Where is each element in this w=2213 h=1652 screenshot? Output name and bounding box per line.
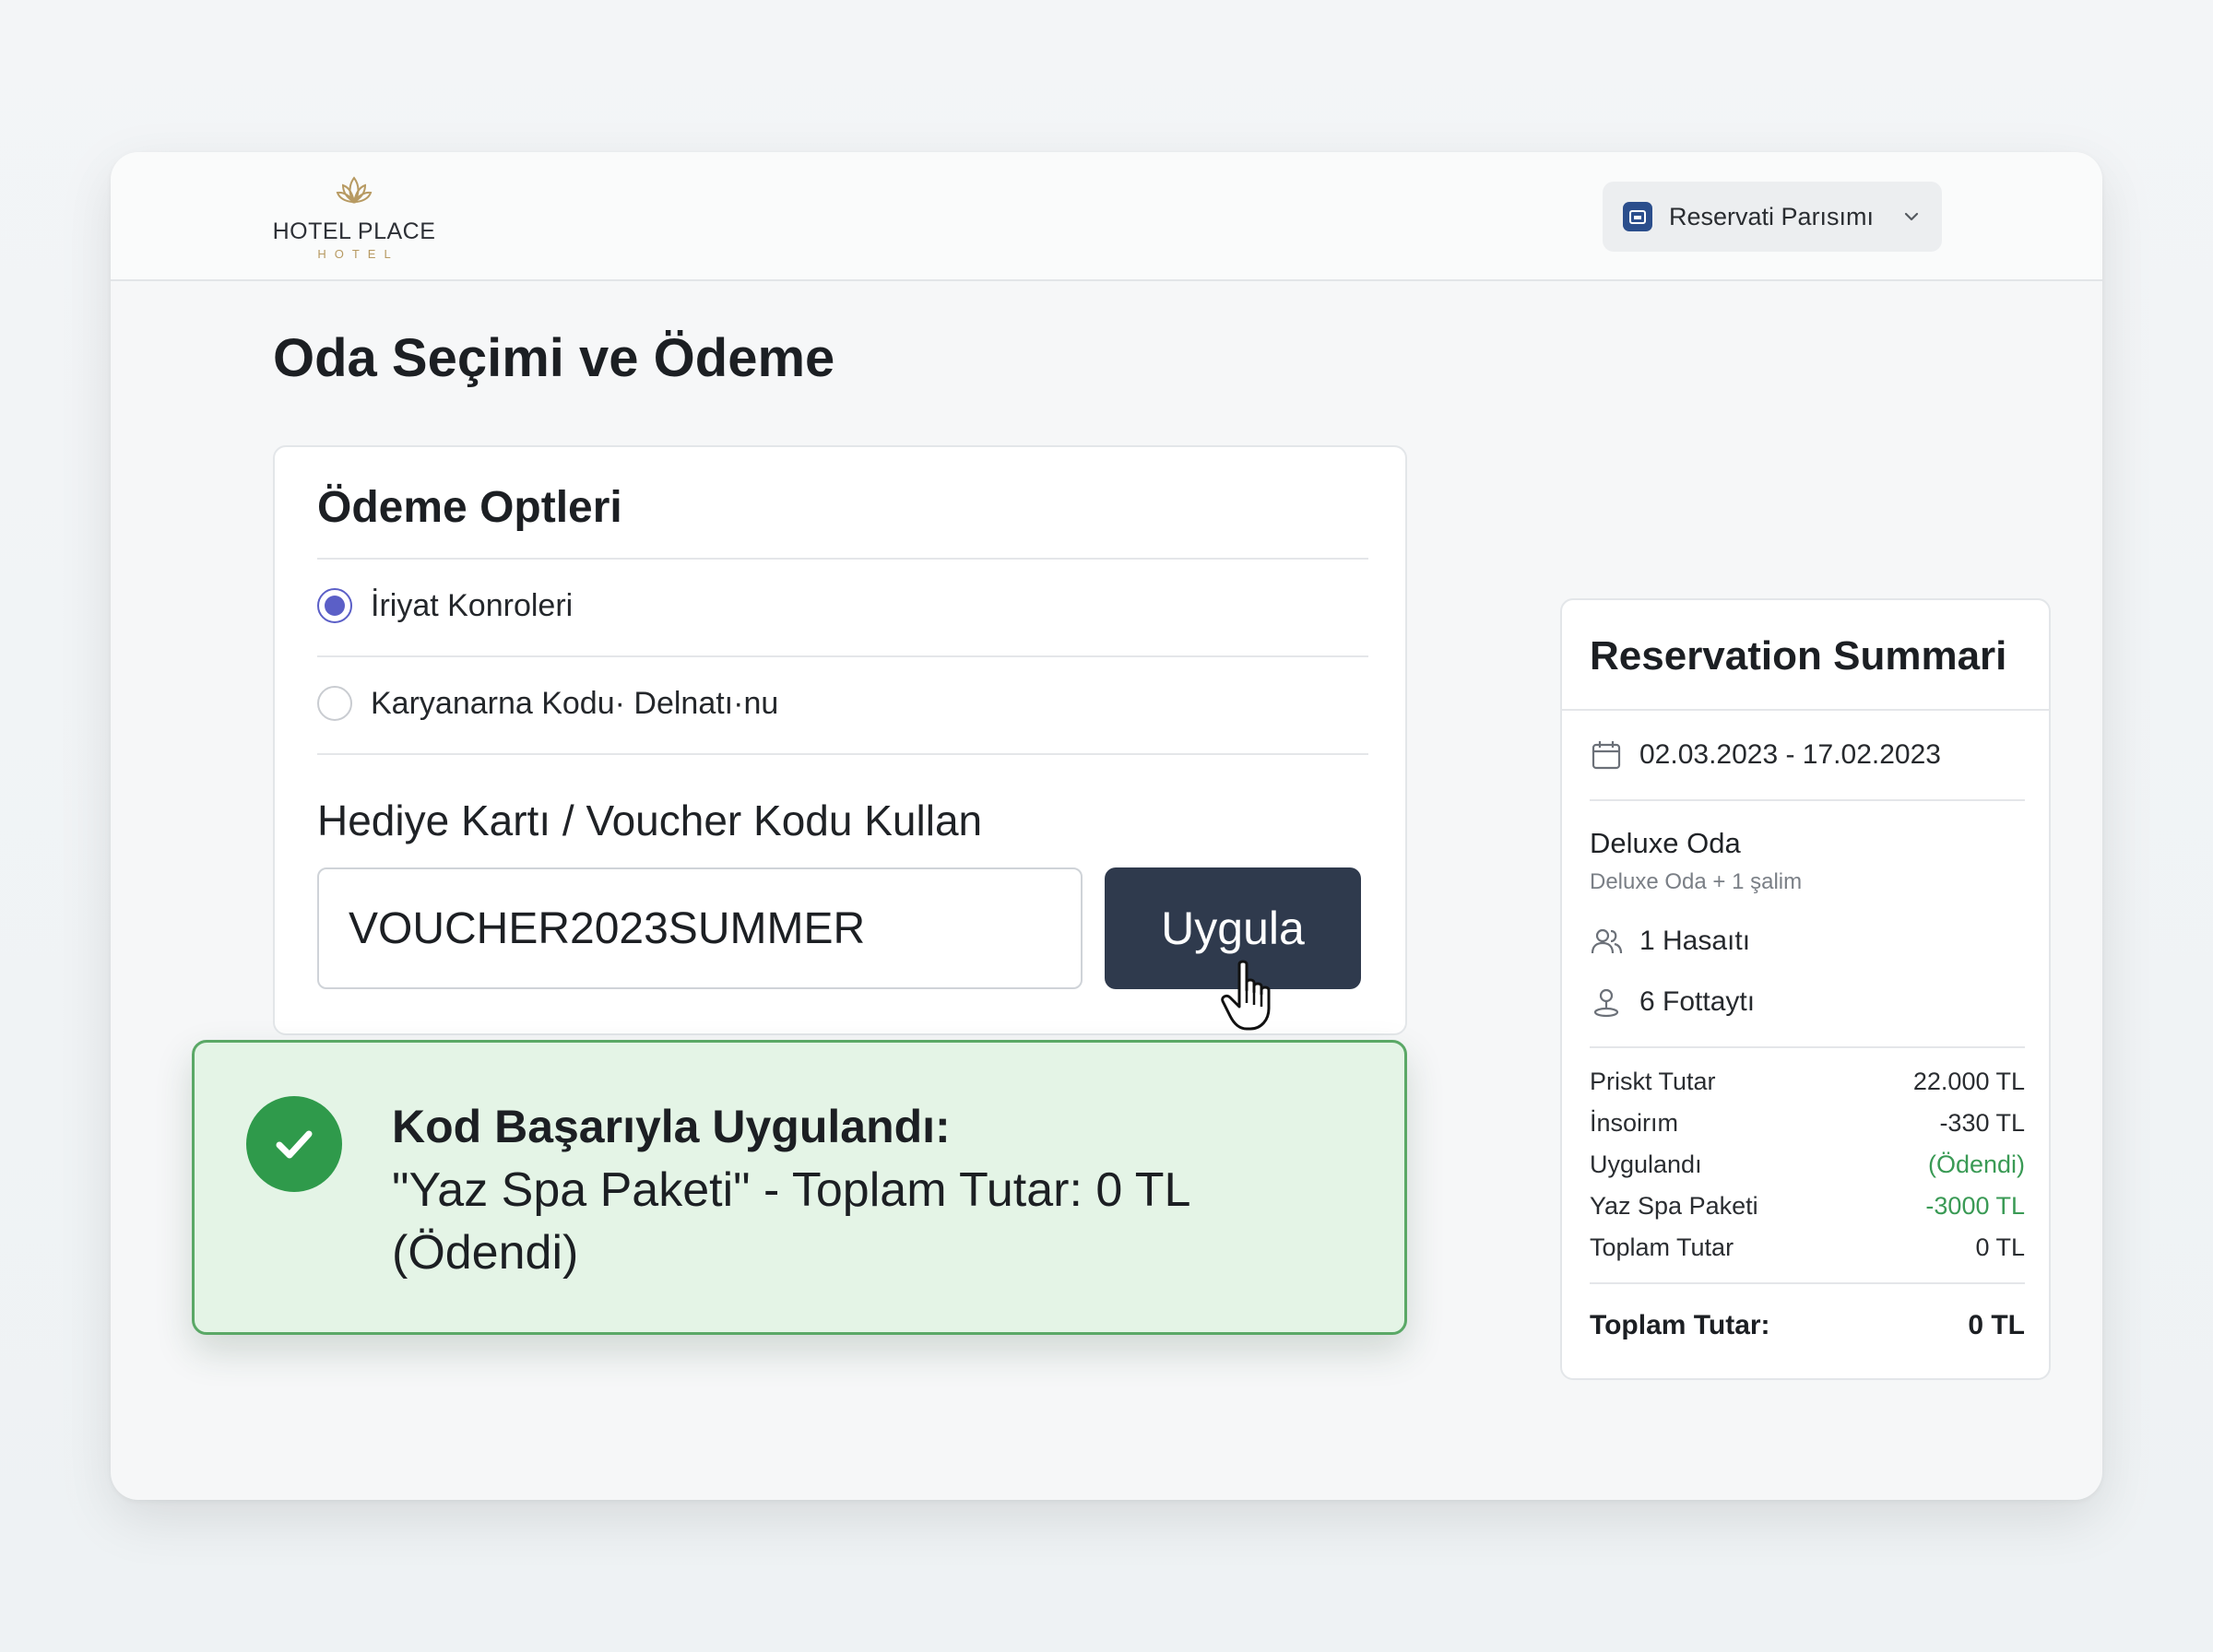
- users-icon: [1591, 928, 1623, 954]
- total-value: 0 TL: [1968, 1310, 2025, 1340]
- price-value: (Ödendi): [1927, 1150, 2025, 1178]
- payment-options-card: Ödeme Optleri İriyat Konroleri Karyanarn…: [273, 445, 1407, 1035]
- extra-count-text: 6 Fottaytı: [1639, 986, 1756, 1017]
- price-value: 0 TL: [1975, 1233, 2025, 1261]
- hotel-logo[interactable]: HOTEL PLACE HOTEL: [271, 171, 437, 263]
- price-label: Priskt Tutar: [1590, 1068, 1716, 1095]
- price-label: Yaz Spa Paketi: [1590, 1192, 1758, 1220]
- divider: [1562, 709, 2049, 711]
- toast-title: Kod Başarıyla Uygulandı:: [392, 1101, 951, 1152]
- payment-option-label: İriyat Konroleri: [371, 587, 574, 623]
- payment-option-1[interactable]: İriyat Konroleri: [317, 578, 573, 633]
- check-icon: [246, 1096, 342, 1192]
- price-value: -3000 TL: [1925, 1192, 2025, 1220]
- divider: [1590, 1282, 2025, 1284]
- room-details: Deluxe Oda + 1 şalim: [1590, 869, 1803, 894]
- divider: [317, 753, 1368, 755]
- voucher-code-input[interactable]: [317, 867, 1083, 989]
- price-row: İnsoirım -330 TL: [1590, 1103, 2025, 1144]
- total-label: Toplam Tutar:: [1590, 1310, 1770, 1340]
- divider: [1590, 799, 2025, 801]
- lotus-logo-icon: [336, 176, 373, 204]
- divider: [317, 655, 1368, 657]
- price-value: -330 TL: [1939, 1109, 2025, 1137]
- payment-option-2[interactable]: Karyanarna Kodu· Delnatı·nu: [317, 676, 778, 731]
- price-label: Toplam Tutar: [1590, 1233, 1734, 1261]
- radio-button-selected[interactable]: [317, 588, 352, 623]
- price-breakdown: Priskt Tutar 22.000 TL İnsoirım -330 TL …: [1590, 1061, 2025, 1268]
- price-row: Yaz Spa Paketi -3000 TL: [1590, 1186, 2025, 1227]
- price-row: Toplam Tutar 0 TL: [1590, 1227, 2025, 1268]
- price-value: 22.000 TL: [1912, 1068, 2025, 1095]
- total-row: Toplam Tutar: 0 TL: [1590, 1310, 2025, 1341]
- top-header: HOTEL PLACE HOTEL Reservati Parısımı: [111, 152, 2102, 281]
- payment-options-title: Ödeme Optleri: [317, 483, 622, 532]
- logo-subtitle: HOTEL: [317, 247, 399, 261]
- payment-option-label: Karyanarna Kodu· Delnatı·nu: [371, 685, 779, 721]
- chevron-down-icon: [1904, 212, 1919, 221]
- divider: [317, 558, 1368, 560]
- logo-name: HOTEL PLACE: [272, 218, 436, 244]
- price-label: Uygulandı: [1590, 1150, 1702, 1178]
- page-title: Oda Seçimi ve Ödeme: [273, 328, 835, 388]
- reservation-icon: [1623, 202, 1652, 231]
- hand-cursor-icon: [1221, 960, 1271, 1031]
- price-row: Uygulandı (Ödendi): [1590, 1144, 2025, 1186]
- voucher-label: Hediye Kartı / Voucher Kodu Kullan: [317, 796, 983, 844]
- calendar-icon: [1592, 741, 1621, 770]
- success-toast: Kod Başarıyla Uygulandı: "Yaz Spa Paketi…: [192, 1040, 1407, 1335]
- guest-count: 1 Hasaıtı: [1590, 925, 1750, 958]
- reservation-menu-label: Reservati Parısımı: [1669, 202, 1875, 230]
- radio-button[interactable]: [317, 686, 352, 721]
- guest-count-text: 1 Hasaıtı: [1639, 926, 1751, 956]
- divider: [1590, 1046, 2025, 1048]
- summary-title: Reservation Summari: [1590, 633, 2007, 678]
- person-icon: [1593, 988, 1619, 1018]
- room-name: Deluxe Oda: [1590, 827, 1741, 859]
- date-range: 02.03.2023 - 17.02.2023: [1590, 738, 1941, 772]
- reservation-menu-dropdown[interactable]: Reservati Parısımı: [1603, 182, 1942, 252]
- price-label: İnsoirım: [1590, 1109, 1679, 1137]
- reservation-summary-card: Reservation Summari 02.03.2023 - 17.02.2…: [1560, 598, 2051, 1380]
- price-row: Priskt Tutar 22.000 TL: [1590, 1061, 2025, 1103]
- toast-message: "Yaz Spa Paketi" - Toplam Tutar: 0 TL (Ö…: [392, 1163, 1189, 1280]
- extra-count: 6 Fottaytı: [1590, 985, 1755, 1019]
- date-range-text: 02.03.2023 - 17.02.2023: [1639, 739, 1941, 770]
